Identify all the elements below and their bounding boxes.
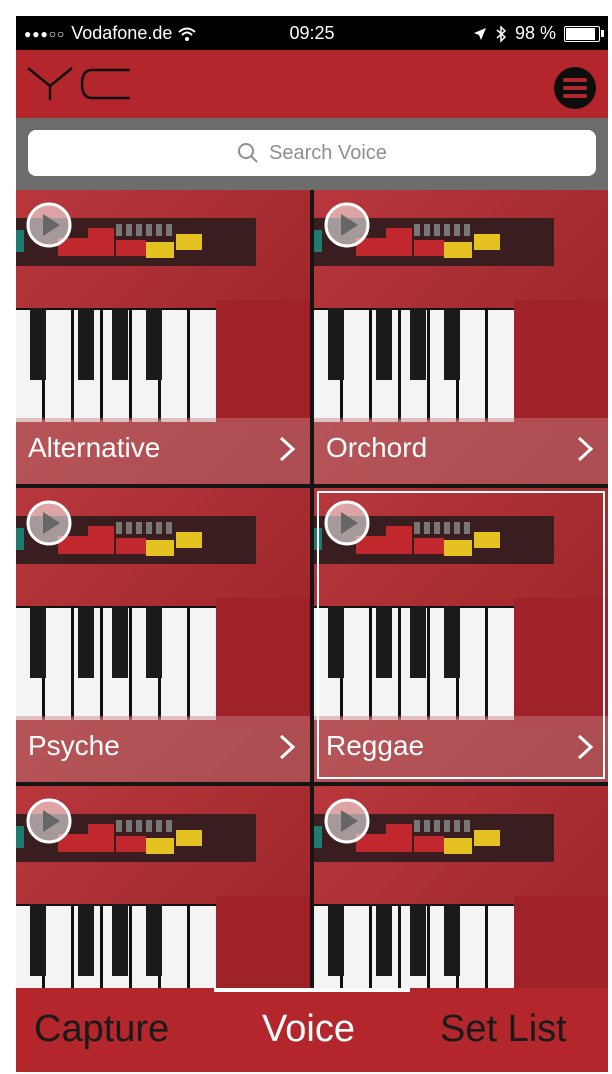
tab-bar: Capture Voice Set List xyxy=(16,988,608,1072)
play-icon[interactable] xyxy=(26,202,72,248)
search-icon xyxy=(238,143,258,163)
app-screen: ●●●○○ Vodafone.de 09:25 98 % YC xyxy=(16,16,608,1072)
search-bar: Search Voice xyxy=(16,118,608,190)
menu-button[interactable] xyxy=(554,67,596,109)
voice-tile[interactable]: Orchord xyxy=(314,190,608,484)
status-right: 98 % xyxy=(473,23,604,44)
voice-tile-caption: Reggae xyxy=(314,716,608,782)
play-icon[interactable] xyxy=(324,798,370,844)
menu-icon-bar xyxy=(563,94,587,98)
tab-set-list[interactable]: Set List xyxy=(440,1008,567,1051)
status-bar: ●●●○○ Vodafone.de 09:25 98 % xyxy=(16,16,608,50)
battery-fill xyxy=(566,27,595,40)
app-logo: YC xyxy=(27,67,130,100)
play-icon[interactable] xyxy=(26,500,72,546)
active-tab-indicator xyxy=(214,988,410,992)
chevron-right-icon xyxy=(279,734,296,760)
voice-name: Reggae xyxy=(326,730,425,761)
voice-tile-caption: Psyche xyxy=(16,716,310,782)
search-placeholder: Search Voice xyxy=(269,141,387,164)
play-icon[interactable] xyxy=(26,798,72,844)
menu-icon-bar xyxy=(563,78,587,82)
search-input[interactable]: Search Voice xyxy=(28,130,596,176)
tab-capture[interactable]: Capture xyxy=(34,1008,169,1051)
menu-icon-bar xyxy=(563,86,587,90)
voice-tile-caption: Orchord xyxy=(314,418,608,484)
voice-tile-caption: Alternative xyxy=(16,418,310,484)
voice-name: Alternative xyxy=(28,432,161,463)
battery-percent: 98 % xyxy=(514,23,556,43)
voice-tile[interactable]: Psyche xyxy=(16,488,310,782)
bluetooth-icon xyxy=(496,24,507,43)
voice-name: Orchord xyxy=(326,432,428,463)
voice-name: Psyche xyxy=(28,730,120,761)
voice-tile[interactable]: Reggae xyxy=(314,488,608,782)
voice-tile[interactable]: Alternative xyxy=(16,190,310,484)
voice-grid: Alternative Orchord Psyche Reggae xyxy=(16,190,608,1072)
play-icon[interactable] xyxy=(324,202,370,248)
chevron-right-icon xyxy=(577,734,594,760)
play-icon[interactable] xyxy=(324,500,370,546)
battery-icon xyxy=(564,25,604,42)
chevron-right-icon xyxy=(279,436,296,462)
tab-voice[interactable]: Voice xyxy=(262,1008,355,1051)
location-icon xyxy=(473,27,486,40)
chevron-right-icon xyxy=(577,436,594,462)
